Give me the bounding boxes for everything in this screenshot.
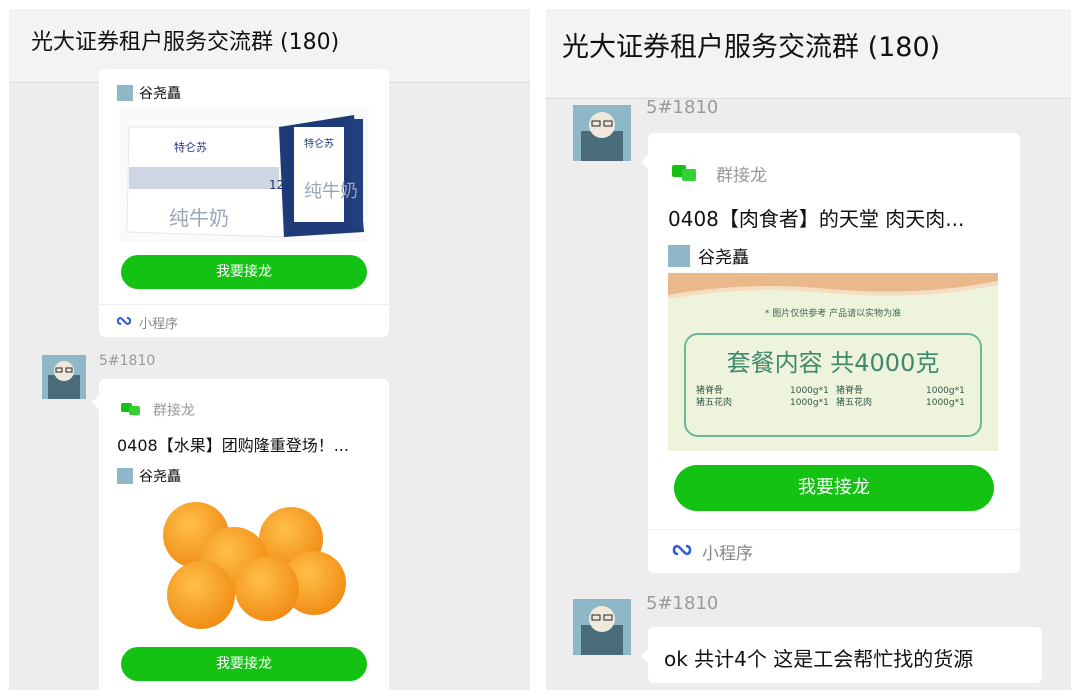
group-label: 群接龙 bbox=[153, 403, 195, 419]
group-buy-card[interactable]: 谷尧矗 特仑苏 特仑苏 纯牛奶 纯牛奶 120 我要接龙 小程序 bbox=[99, 69, 389, 337]
sender-avatar[interactable] bbox=[42, 355, 86, 399]
chat-header: 光大证券租户服务交流群 (180) bbox=[546, 9, 1071, 99]
sender-avatar[interactable] bbox=[573, 599, 631, 655]
card-title: 0408【水果】团购隆重登场！... bbox=[117, 436, 349, 455]
item-name: 猪脊骨 猪五花肉 bbox=[696, 386, 733, 408]
orange-product-image bbox=[139, 499, 349, 629]
divider bbox=[99, 304, 389, 305]
wechat-group-icon bbox=[121, 401, 141, 421]
text-message-bubble[interactable]: ok 共计4个 这是工会帮忙找的货源 bbox=[648, 627, 1042, 683]
sender-name: 5#1810 bbox=[99, 353, 156, 369]
mini-program-icon bbox=[672, 540, 692, 564]
message-text: ok 共计4个 这是工会帮忙找的货源 bbox=[664, 647, 974, 671]
mini-program-icon bbox=[116, 313, 132, 332]
svg-text:纯牛奶: 纯牛奶 bbox=[304, 181, 358, 202]
disclaimer-note: * 图片仅供参考 产品请以实物为准 bbox=[764, 309, 902, 319]
item-qty: 1000g*1 1000g*1 bbox=[790, 386, 829, 408]
mini-program-label: 小程序 bbox=[139, 317, 179, 332]
poster-avatar bbox=[117, 85, 133, 101]
poster-name: 谷尧矗 bbox=[139, 86, 181, 102]
svg-text:特仑苏: 特仑苏 bbox=[304, 137, 334, 150]
chat-title: 光大证券租户服务交流群 (180) bbox=[562, 32, 941, 63]
sender-avatar[interactable] bbox=[573, 105, 631, 161]
divider bbox=[648, 529, 1020, 530]
join-button[interactable]: 我要接龙 bbox=[121, 255, 367, 289]
poster-avatar bbox=[117, 468, 133, 484]
poster-name: 谷尧矗 bbox=[698, 248, 749, 268]
join-button[interactable]: 我要接龙 bbox=[121, 647, 367, 681]
bubble-tail bbox=[641, 155, 648, 169]
group-buy-card[interactable]: 群接龙 0408【肉食者】的天堂 肉天肉... 谷尧矗 * 图片仅供参考 产品请… bbox=[648, 133, 1020, 573]
meat-package-banner: * 图片仅供参考 产品请以实物为准 套餐内容 共4000克 猪脊骨 猪五花肉 10… bbox=[668, 273, 998, 451]
item-name: 猪脊骨 猪五花肉 bbox=[836, 386, 873, 408]
poster-avatar bbox=[668, 245, 690, 267]
sender-name: 5#1810 bbox=[646, 97, 719, 118]
package-headline: 套餐内容 共4000克 bbox=[726, 349, 940, 377]
right-chat-panel: 光大证券租户服务交流群 (180) 5#1810 群接龙 0408【肉食者】的天… bbox=[546, 9, 1071, 690]
wechat-group-icon bbox=[672, 163, 698, 187]
bubble-tail bbox=[641, 649, 648, 663]
group-label: 群接龙 bbox=[716, 166, 767, 186]
milk-badge: 120 bbox=[269, 178, 292, 192]
chat-title: 光大证券租户服务交流群 (180) bbox=[31, 30, 340, 55]
card-title: 0408【肉食者】的天堂 肉天肉... bbox=[668, 207, 965, 231]
left-chat-panel: 光大证券租户服务交流群 (180) 谷尧矗 特仑苏 特仑苏 纯牛奶 纯牛奶 12… bbox=[9, 9, 530, 690]
poster-name: 谷尧矗 bbox=[139, 469, 181, 485]
item-qty: 1000g*1 1000g*1 bbox=[926, 386, 965, 408]
sender-name: 5#1810 bbox=[646, 593, 719, 614]
milk-product-image: 特仑苏 特仑苏 纯牛奶 纯牛奶 120 bbox=[119, 107, 369, 242]
bubble-tail bbox=[92, 395, 99, 409]
milk-brand: 特仑苏 bbox=[174, 140, 207, 154]
group-buy-card[interactable]: 群接龙 0408【水果】团购隆重登场！... 谷尧矗 我要接龙 bbox=[99, 379, 389, 690]
join-button[interactable]: 我要接龙 bbox=[674, 465, 994, 511]
milk-product-label: 纯牛奶 bbox=[169, 206, 229, 230]
mini-program-label: 小程序 bbox=[702, 544, 753, 564]
